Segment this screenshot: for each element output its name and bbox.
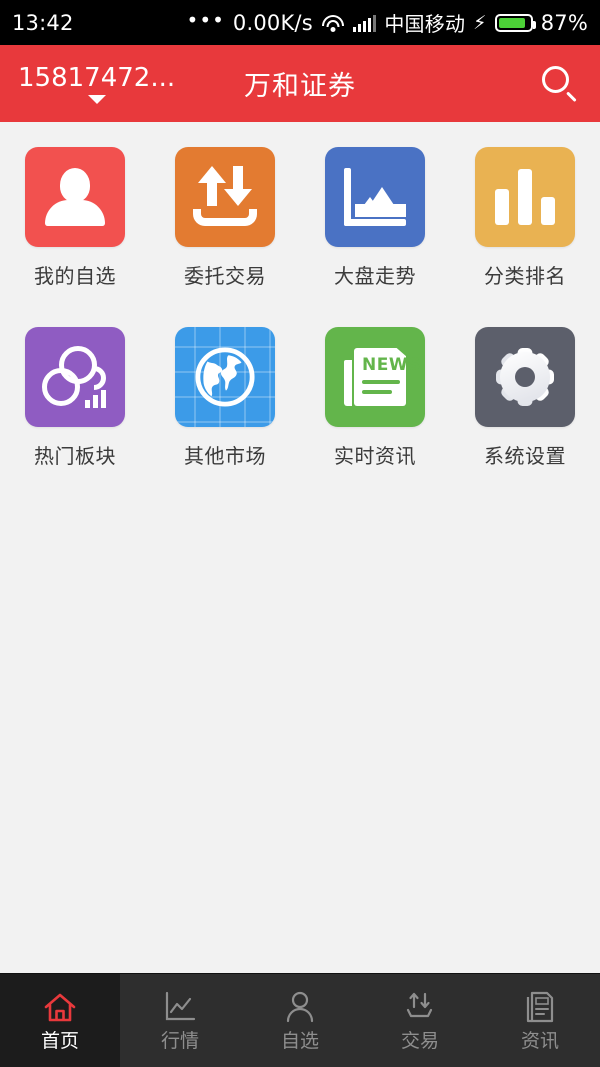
charging-icon: ⚡ (473, 11, 487, 34)
tab-label: 自选 (280, 1029, 319, 1052)
grid-item-label: 我的自选 (34, 264, 116, 288)
person-outline-icon (283, 990, 317, 1024)
gear-icon (496, 348, 554, 406)
tab-trade[interactable]: 交易 (360, 974, 480, 1067)
grid-item-label: 其他市场 (184, 444, 266, 468)
tab-news[interactable]: 资讯 (480, 974, 600, 1067)
other-markets-tile (175, 327, 275, 427)
trade-arrows-outline-icon (403, 990, 437, 1024)
trade-arrows-icon (193, 166, 257, 226)
wifi-icon (321, 14, 345, 32)
tab-label: 首页 (40, 1029, 79, 1052)
tab-home[interactable]: 首页 (0, 974, 120, 1067)
market-trend-tile (325, 147, 425, 247)
news-outline-icon (523, 990, 557, 1024)
battery-icon (494, 13, 536, 32)
tab-watchlist[interactable]: 自选 (240, 974, 360, 1067)
category-ranking-tile (475, 147, 575, 247)
battery-percent: 87% (540, 10, 588, 35)
signal-bars-icon (352, 14, 377, 32)
settings-tile (475, 327, 575, 427)
news-tile: NEWS (325, 327, 425, 427)
globe-icon (195, 347, 255, 407)
grid-item-other-markets[interactable]: 其他市场 (150, 327, 300, 469)
status-dots-icon: ••• (186, 7, 225, 32)
network-speed: 0.00K/s (232, 10, 313, 35)
feature-grid: 我的自选 委托交易 大盘走势 分类排名 热门板块 其他市场 NEWS 实时资讯 … (0, 122, 600, 507)
tab-label: 交易 (400, 1029, 439, 1052)
grid-item-label: 大盘走势 (334, 264, 416, 288)
grid-item-category-ranking[interactable]: 分类排名 (450, 147, 600, 289)
carrier-name: 中国移动 (384, 12, 466, 36)
people-chart-icon (42, 346, 108, 408)
grid-item-entrust-trade[interactable]: 委托交易 (150, 147, 300, 289)
app-header: 15817472... 万和证券 (0, 45, 600, 122)
hot-sectors-tile (25, 327, 125, 427)
area-chart-icon (344, 168, 406, 226)
grid-item-label: 系统设置 (484, 444, 566, 468)
status-bar: 13:42 ••• 0.00K/s 中国移动 ⚡ 87% (0, 0, 600, 45)
news-icon-text: NEWS (362, 355, 421, 375)
chevron-down-icon (87, 95, 106, 104)
grid-item-label: 热门板块 (34, 444, 116, 468)
status-time: 13:42 (12, 10, 74, 35)
grid-item-watchlist[interactable]: 我的自选 (0, 147, 150, 289)
entrust-trade-tile (175, 147, 275, 247)
watchlist-tile (25, 147, 125, 247)
tab-label: 资讯 (520, 1029, 559, 1052)
home-icon (43, 990, 77, 1024)
grid-item-label: 分类排名 (484, 264, 566, 288)
grid-item-settings[interactable]: 系统设置 (450, 327, 600, 469)
grid-item-label: 委托交易 (184, 264, 266, 288)
quotes-chart-icon (163, 990, 197, 1024)
grid-item-market-trend[interactable]: 大盘走势 (300, 147, 450, 289)
news-icon: NEWS (344, 348, 420, 406)
bar-chart-icon (495, 169, 555, 225)
account-number: 15817472... (18, 63, 176, 93)
grid-row: 我的自选 委托交易 大盘走势 分类排名 (0, 147, 600, 327)
tab-label: 行情 (160, 1029, 199, 1052)
grid-row: 热门板块 其他市场 NEWS 实时资讯 系统设置 (0, 327, 600, 507)
tab-quotes[interactable]: 行情 (120, 974, 240, 1067)
person-icon (44, 168, 106, 226)
grid-item-label: 实时资讯 (334, 444, 416, 468)
grid-item-hot-sectors[interactable]: 热门板块 (0, 327, 150, 469)
search-icon[interactable] (536, 61, 582, 107)
account-selector[interactable]: 15817472... (18, 63, 175, 104)
bottom-tab-bar: 首页 行情 自选 交易 资讯 (0, 973, 600, 1067)
grid-item-news[interactable]: NEWS 实时资讯 (300, 327, 450, 469)
